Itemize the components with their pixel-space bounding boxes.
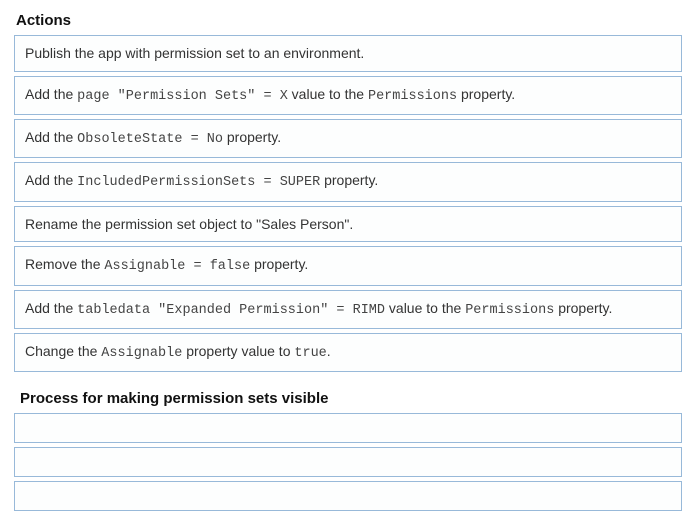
text-token: . — [327, 343, 331, 359]
text-token: Remove the — [25, 256, 104, 272]
text-token: property. — [554, 300, 612, 316]
action-item[interactable]: Add the ObsoleteState = No property. — [14, 119, 682, 158]
text-token: property value to — [182, 343, 294, 359]
code-token: ObsoleteState = No — [77, 132, 223, 147]
text-token: Rename the permission set object to "Sal… — [25, 216, 353, 232]
process-heading: Process for making permission sets visib… — [20, 390, 682, 407]
action-item[interactable]: Rename the permission set object to "Sal… — [14, 206, 682, 243]
text-token: Change the — [25, 343, 101, 359]
text-token: Add the — [25, 172, 77, 188]
text-token: property. — [250, 256, 308, 272]
action-item[interactable]: Change the Assignable property value to … — [14, 333, 682, 372]
text-token: Add the — [25, 86, 77, 102]
code-token: Assignable — [101, 346, 182, 361]
code-token: true — [294, 346, 326, 361]
text-token: Publish the app with permission set to a… — [25, 45, 364, 61]
text-token: value to the — [385, 300, 465, 316]
text-token: value to the — [288, 86, 368, 102]
code-token: Permissions — [368, 89, 457, 104]
action-item[interactable]: Publish the app with permission set to a… — [14, 35, 682, 72]
action-item[interactable]: Remove the Assignable = false property. — [14, 246, 682, 285]
code-token: Assignable = false — [104, 259, 250, 274]
code-token: page "Permission Sets" = X — [77, 89, 288, 104]
text-token: Add the — [25, 129, 77, 145]
text-token: Add the — [25, 300, 77, 316]
code-token: IncludedPermissionSets = SUPER — [77, 175, 320, 190]
text-token: property. — [223, 129, 281, 145]
actions-heading: Actions — [16, 12, 682, 29]
code-token: Permissions — [465, 303, 554, 318]
actions-list: Publish the app with permission set to a… — [14, 35, 682, 372]
process-slot[interactable] — [14, 447, 682, 477]
code-token: tabledata "Expanded Permission" = RIMD — [77, 303, 385, 318]
action-item[interactable]: Add the IncludedPermissionSets = SUPER p… — [14, 162, 682, 201]
process-slot[interactable] — [14, 481, 682, 511]
action-item[interactable]: Add the tabledata "Expanded Permission" … — [14, 290, 682, 329]
text-token: property. — [320, 172, 378, 188]
action-item[interactable]: Add the page "Permission Sets" = X value… — [14, 76, 682, 115]
process-list — [14, 413, 682, 511]
text-token: property. — [457, 86, 515, 102]
process-slot[interactable] — [14, 413, 682, 443]
